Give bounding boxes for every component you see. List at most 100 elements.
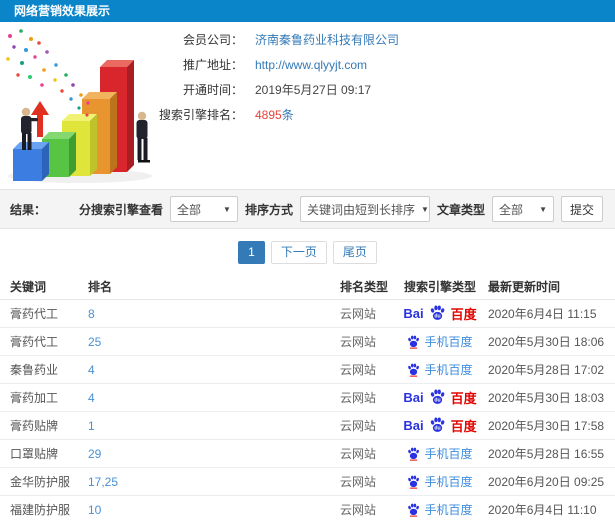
search-engine-cell: 手机百度 <box>392 501 488 518</box>
filter-controls: 分搜索引擎查看 全部 ▼ 排序方式 关键词由短到长排序 ▼ 文章类型 全部 ▼ … <box>79 196 603 222</box>
column-header: 排名类型 <box>340 280 389 294</box>
keyword-cell: 膏药代工 <box>10 307 59 321</box>
info-row: 推广地址： http://www.qlyyjt.com <box>148 52 399 77</box>
info-label: 推广地址： <box>182 58 243 72</box>
titlebar: 网络营销效果展示 <box>0 0 615 22</box>
article-type-select[interactable]: 全部 ▼ <box>491 196 554 222</box>
search-engine-cell: 手机百度 <box>392 361 488 378</box>
rank-cell[interactable]: 4 <box>88 363 340 377</box>
baidu-paw-icon <box>408 335 420 349</box>
rank-type-cell: 云网站 <box>340 475 377 489</box>
table-row: 膏药贴牌 1 云网站 Bai du 百度 2020年5月30日 17:58 <box>0 412 615 440</box>
search-engine-cell: 手机百度 <box>392 473 488 490</box>
company-info: 会员公司： 济南秦鲁药业科技有限公司 推广地址： http://www.qlyyjt.… <box>148 27 399 127</box>
info-label: 搜索引擎排名： <box>158 108 243 122</box>
page-1-button[interactable]: 1 <box>238 241 265 264</box>
submit-button[interactable]: 提交 <box>560 196 603 222</box>
pagination: 1 下一页 尾页 <box>0 241 615 264</box>
info-value-text: 2019年5月27日 09:17 <box>255 83 372 97</box>
search-engine-cell: Bai du 百度 <box>392 388 488 407</box>
table-row: 口罩贴牌 29 云网站 手机百度 2020年5月28日 16:55 <box>0 440 615 468</box>
sort-label: 排序方式 <box>244 202 293 217</box>
confetti-dots <box>6 29 90 117</box>
rank-type-cell: 云网站 <box>340 363 377 377</box>
article-type-label: 文章类型 <box>436 202 485 217</box>
keyword-cell: 膏药贴牌 <box>10 419 59 433</box>
mobile-baidu-label: 手机百度 <box>424 335 473 349</box>
table-row: 秦鲁药业 4 云网站 手机百度 2020年5月28日 17:02 <box>0 356 615 384</box>
updated-time-cell: 2020年5月28日 17:02 <box>488 363 605 377</box>
search-engine-cell: 手机百度 <box>392 333 488 350</box>
column-header: 最新更新时间 <box>488 280 561 294</box>
rank-cell[interactable]: 10 <box>88 503 340 517</box>
baidu-logo-bai: Bai <box>403 418 424 433</box>
search-engine-cell: Bai du 百度 <box>392 304 488 323</box>
rank-cell[interactable]: 25 <box>88 335 340 349</box>
article-type-value: 全部 <box>498 202 523 217</box>
rank-type-cell: 云网站 <box>340 307 377 321</box>
baidu-paw-icon: du <box>430 389 444 404</box>
updated-time-cell: 2020年5月30日 17:58 <box>488 419 605 433</box>
info-value-link[interactable]: http://www.qlyyjt.com <box>255 58 367 72</box>
rank-type-cell: 云网站 <box>340 419 377 433</box>
baidu-paw-icon <box>408 363 420 377</box>
info-row: 开通时间： 2019年5月27日 09:17 <box>148 77 399 102</box>
baidu-paw-icon: du <box>430 417 444 432</box>
sort-value: 关键词由短到长排序 <box>306 202 415 217</box>
rank-type-cell: 云网站 <box>340 447 377 461</box>
results-table: 关键词 排名 排名类型 搜索引擎类型 最新更新时间 膏药代工 8 云网站 Bai du 百度 2… <box>0 274 615 520</box>
engine-filter-value: 全部 <box>176 202 201 217</box>
keyword-cell: 福建防护服 <box>10 503 71 517</box>
rank-cell[interactable]: 4 <box>88 391 340 405</box>
rank-cell[interactable]: 17,25 <box>88 475 340 489</box>
keyword-cell: 膏药代工 <box>10 335 59 349</box>
keyword-cell: 秦鲁药业 <box>10 363 59 377</box>
baidu-logo-bai: Bai <box>403 306 424 321</box>
chevron-down-icon: ▼ <box>539 204 547 214</box>
baidu-logo-cn: 百度 <box>450 391 477 406</box>
info-value-count: 4895条 <box>255 108 294 122</box>
info-label: 会员公司： <box>182 33 243 47</box>
info-value-link[interactable]: 济南秦鲁药业科技有限公司 <box>255 31 399 48</box>
updated-time-cell: 2020年5月30日 18:03 <box>488 391 605 405</box>
baidu-logo-cn: 百度 <box>450 307 477 322</box>
info-label: 开通时间： <box>182 83 243 97</box>
table-header-row: 关键词 排名 排名类型 搜索引擎类型 最新更新时间 <box>0 274 615 300</box>
info-section: 会员公司： 济南秦鲁药业科技有限公司 推广地址： http://www.qlyyjt.… <box>0 22 615 189</box>
svg-text:du: du <box>434 314 440 320</box>
chevron-down-icon: ▼ <box>223 204 231 214</box>
column-header: 排名 <box>88 280 113 294</box>
engine-filter-select[interactable]: 全部 ▼ <box>169 196 238 222</box>
baidu-paw-icon <box>408 503 420 517</box>
mobile-baidu-label: 手机百度 <box>424 363 473 377</box>
search-engine-cell: Bai du 百度 <box>392 416 488 435</box>
table-body: 膏药代工 8 云网站 Bai du 百度 2020年6月4日 11:15 膏药代工 25 云网… <box>0 300 615 520</box>
table-row: 膏药代工 8 云网站 Bai du 百度 2020年6月4日 11:15 <box>0 300 615 328</box>
table-row: 金华防护服 17,25 云网站 手机百度 2020年6月20日 09:25 <box>0 468 615 496</box>
rank-type-cell: 云网站 <box>340 503 377 517</box>
next-page-button[interactable]: 下一页 <box>270 241 327 264</box>
rank-type-cell: 云网站 <box>340 391 377 405</box>
baidu-paw-icon <box>408 447 420 461</box>
updated-time-cell: 2020年6月20日 09:25 <box>488 475 605 489</box>
updated-time-cell: 2020年5月30日 18:06 <box>488 335 605 349</box>
table-row: 福建防护服 10 云网站 手机百度 2020年6月4日 11:10 <box>0 496 615 520</box>
rank-cell[interactable]: 1 <box>88 419 340 433</box>
engine-filter-label: 分搜索引擎查看 <box>78 202 163 217</box>
column-header: 搜索引擎类型 <box>404 280 477 294</box>
rank-cell[interactable]: 29 <box>88 447 340 461</box>
keyword-cell: 膏药加工 <box>10 391 59 405</box>
keyword-cell: 金华防护服 <box>10 475 71 489</box>
updated-time-cell: 2020年6月4日 11:10 <box>488 503 597 517</box>
baidu-paw-icon <box>408 475 420 489</box>
rank-cell[interactable]: 8 <box>88 307 340 321</box>
search-engine-cell: 手机百度 <box>392 445 488 462</box>
svg-text:du: du <box>434 426 440 432</box>
baidu-logo-bai: Bai <box>403 390 424 405</box>
result-label: 结果： <box>10 202 47 217</box>
sort-select[interactable]: 关键词由短到长排序 ▼ <box>299 196 430 222</box>
svg-text:du: du <box>434 398 440 404</box>
last-page-button[interactable]: 尾页 <box>332 241 377 264</box>
updated-time-cell: 2020年5月28日 16:55 <box>488 447 605 461</box>
table-row: 膏药加工 4 云网站 Bai du 百度 2020年5月30日 18:03 <box>0 384 615 412</box>
